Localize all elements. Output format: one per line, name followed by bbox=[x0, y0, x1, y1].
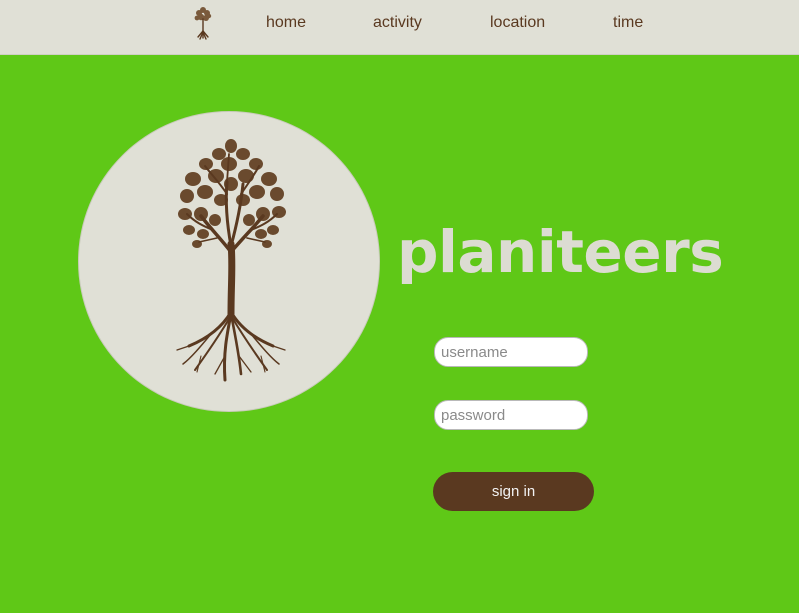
tree-with-roots-icon bbox=[176, 139, 286, 382]
password-input[interactable] bbox=[434, 400, 588, 430]
nav-link-activity[interactable]: activity bbox=[373, 14, 422, 32]
nav-link-location[interactable]: location bbox=[490, 14, 545, 32]
top-navbar: home activity location time bbox=[0, 0, 799, 55]
sign-in-button[interactable]: sign in bbox=[433, 472, 594, 511]
tree-icon[interactable] bbox=[191, 5, 215, 41]
username-input[interactable] bbox=[434, 337, 588, 367]
hero-circle bbox=[78, 111, 380, 412]
nav-link-time[interactable]: time bbox=[613, 14, 643, 32]
nav-link-home[interactable]: home bbox=[266, 14, 306, 32]
brand-title: planiteers bbox=[397, 218, 724, 286]
